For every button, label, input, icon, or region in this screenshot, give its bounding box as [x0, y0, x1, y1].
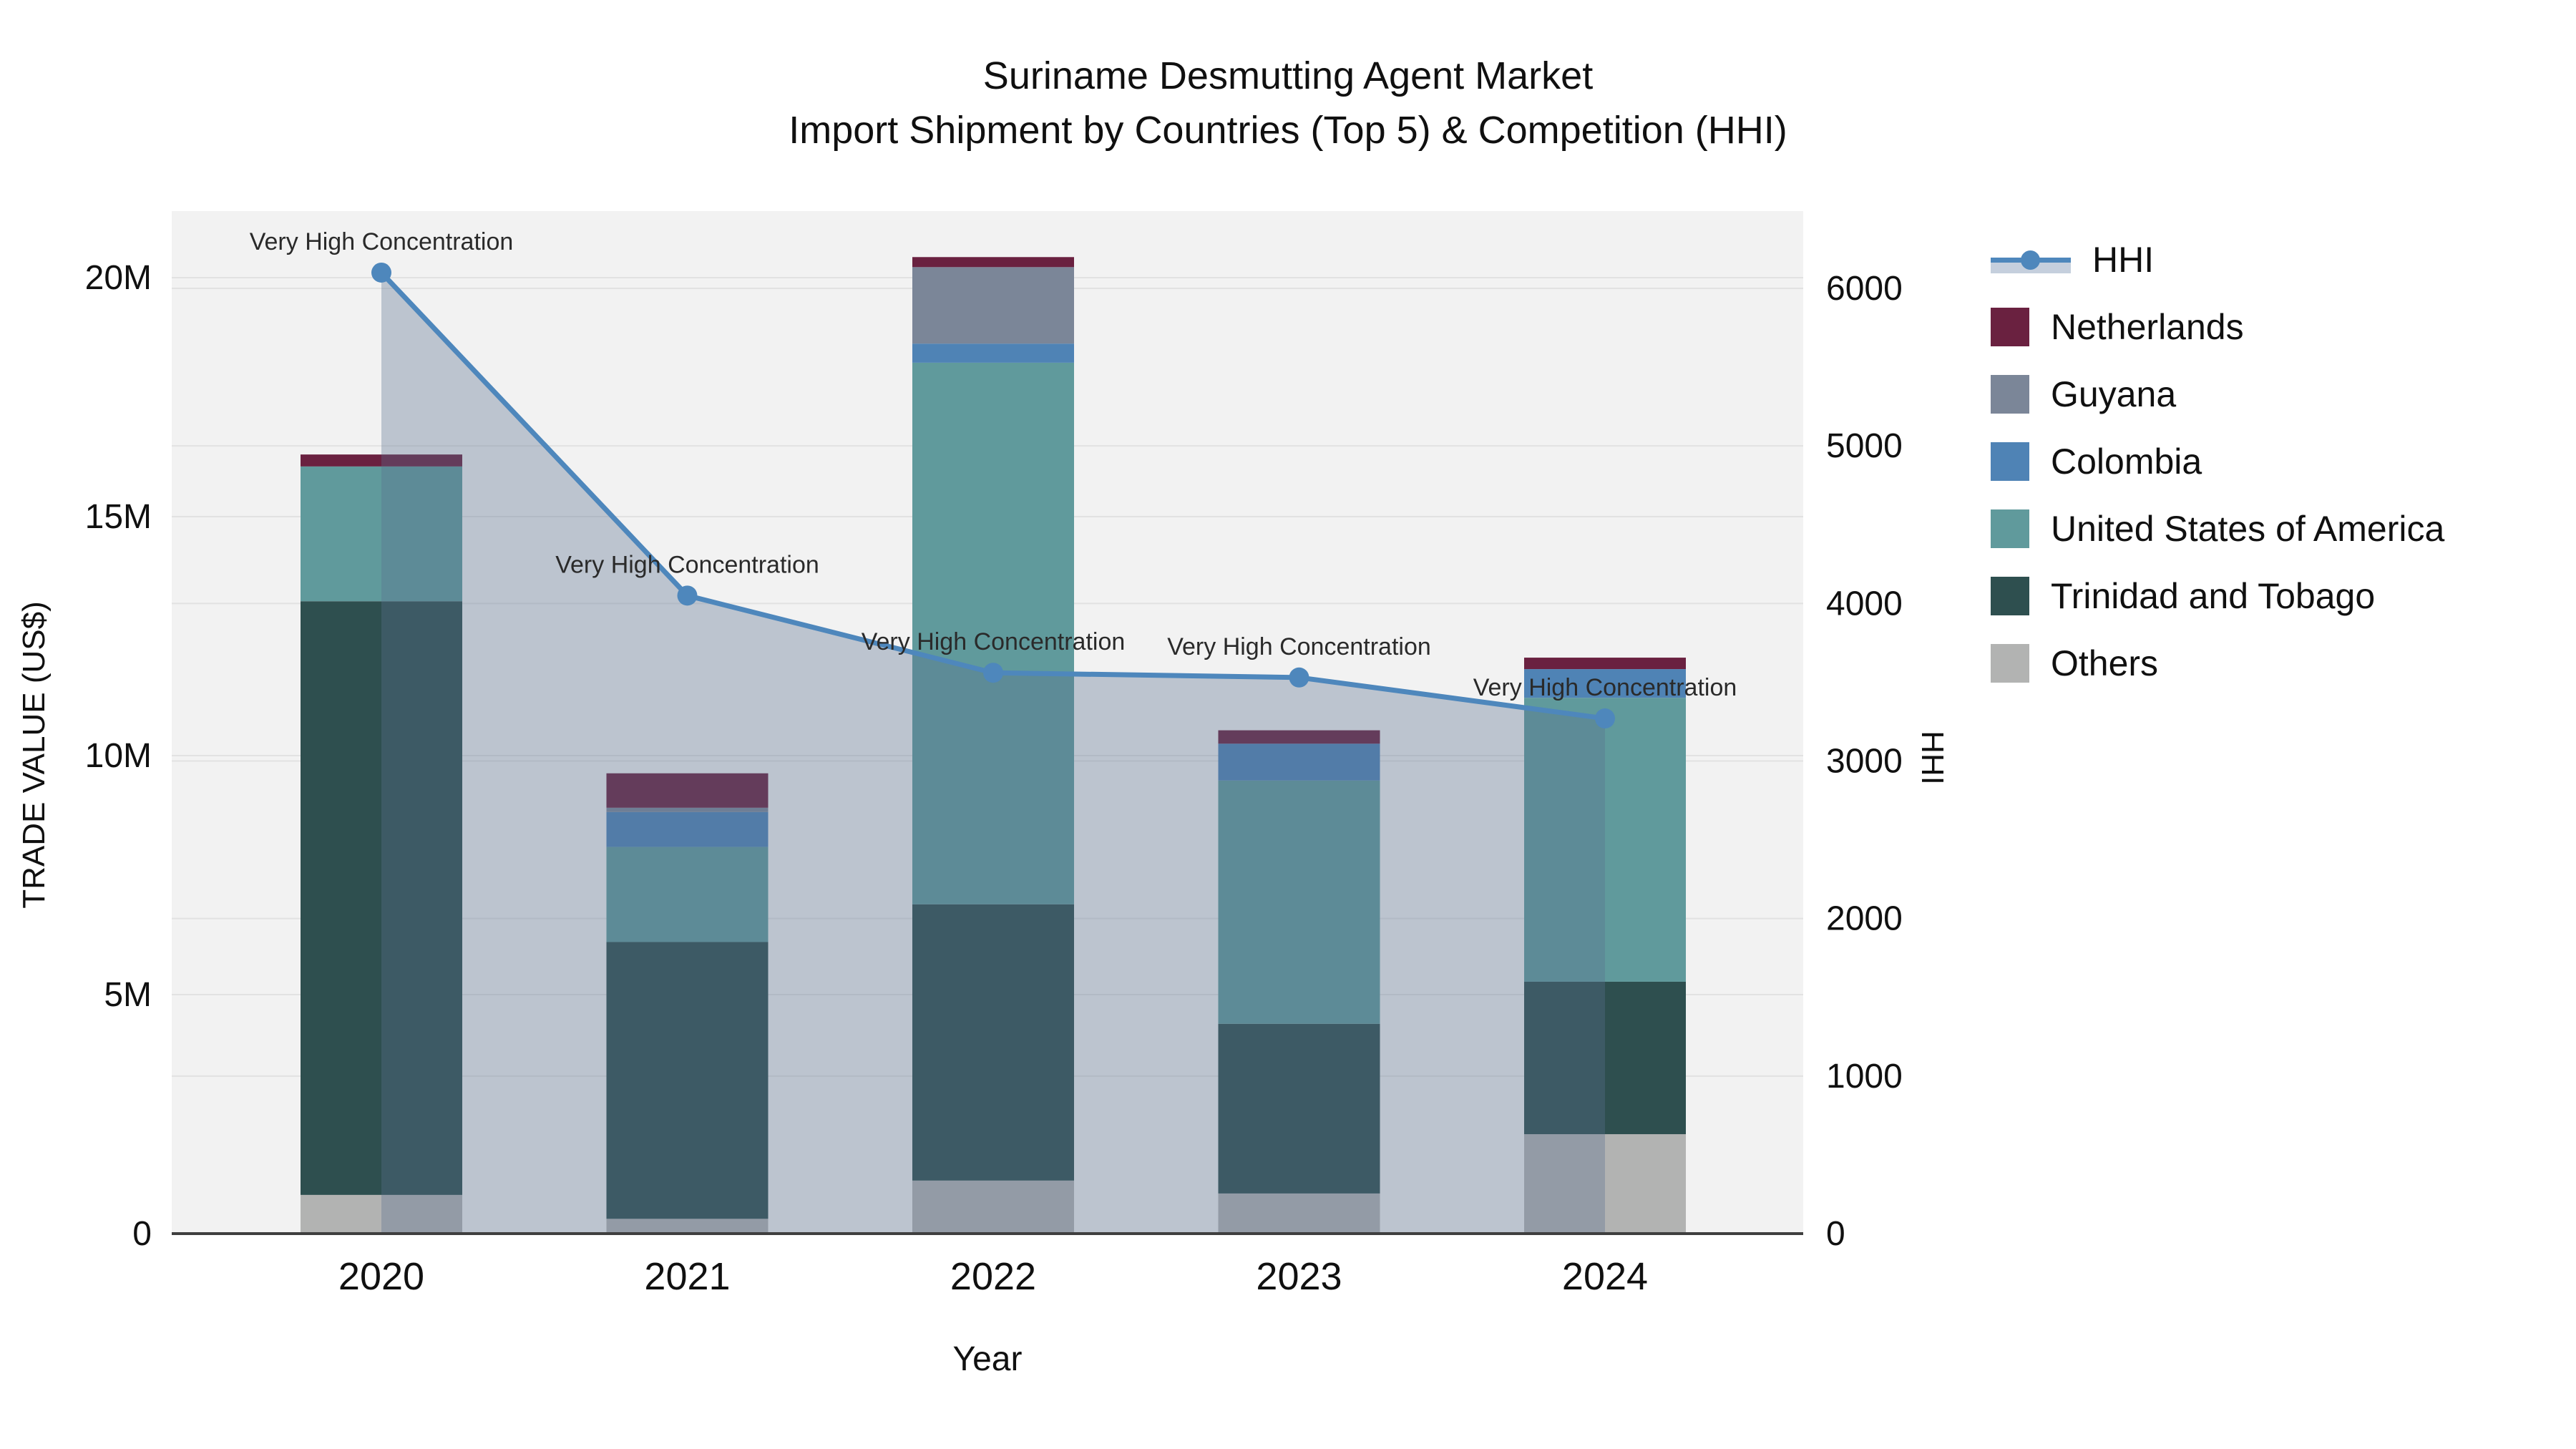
usa-swatch-icon	[1991, 509, 2029, 548]
netherlands-swatch-icon	[1991, 308, 2029, 346]
annotation-2022: Very High Concentration	[862, 628, 1126, 655]
legend-label: Others	[2051, 643, 2159, 683]
legend: HHI Netherlands Guyana Colombia United S…	[1991, 226, 2444, 697]
y-right-tick-0: 0	[1826, 1215, 1845, 1253]
hhi-marker-2024[interactable]	[1595, 708, 1615, 729]
hhi-marker-2020[interactable]	[371, 262, 391, 283]
bar-segment-2022-netherlands[interactable]	[912, 257, 1074, 268]
others-swatch-icon	[1991, 644, 2029, 683]
hhi-line-icon	[1991, 240, 2071, 279]
annotation-2023: Very High Concentration	[1167, 633, 1431, 660]
legend-label: United States of America	[2051, 509, 2445, 549]
annotation-2020: Very High Concentration	[250, 228, 514, 255]
legend-label: Netherlands	[2051, 307, 2244, 347]
legend-label: Guyana	[2051, 374, 2177, 414]
annotation-2021: Very High Concentration	[555, 551, 819, 578]
legend-item-usa[interactable]: United States of America	[1991, 495, 2444, 562]
chart-title-line2: Import Shipment by Countries (Top 5) & C…	[789, 109, 1787, 152]
y-left-tick-20M: 20M	[85, 259, 152, 297]
y-axis-right-title: HHI	[1915, 731, 1950, 785]
y-left-tick-10M: 10M	[85, 737, 152, 775]
legend-item-trinidad-and-tobago[interactable]: Trinidad and Tobago	[1991, 562, 2444, 630]
bar-segment-2022-guyana[interactable]	[912, 267, 1074, 344]
x-tick-2022: 2022	[950, 1255, 1036, 1298]
guyana-swatch-icon	[1991, 375, 2029, 414]
chart-title: Suriname Desmutting Agent Market Import …	[0, 49, 2576, 157]
x-tick-2024: 2024	[1562, 1255, 1648, 1298]
x-tick-2023: 2023	[1256, 1255, 1342, 1298]
legend-label: Trinidad and Tobago	[2051, 576, 2376, 616]
y-right-tick-5000: 5000	[1826, 427, 1903, 465]
legend-item-others[interactable]: Others	[1991, 630, 2444, 697]
colombia-swatch-icon	[1991, 442, 2029, 481]
y-axis-left-title: TRADE VALUE (US$)	[16, 601, 52, 909]
chart-canvas: Very High Concentration Very High Concent…	[85, 211, 1903, 1298]
y-left-tick-5M: 5M	[104, 976, 152, 1014]
x-tick-2021: 2021	[644, 1255, 730, 1298]
legend-item-netherlands[interactable]: Netherlands	[1991, 293, 2444, 361]
chart-figure: Suriname Desmutting Agent Market Import …	[0, 0, 2576, 1449]
chart-title-line1: Suriname Desmutting Agent Market	[982, 54, 1594, 97]
bar-segment-2022-colombia[interactable]	[912, 343, 1074, 363]
legend-label: HHI	[2092, 240, 2155, 280]
x-tick-2020: 2020	[338, 1255, 424, 1298]
y-left-tick-15M: 15M	[85, 498, 152, 536]
y-right-tick-4000: 4000	[1826, 585, 1903, 623]
bar-segment-2024-netherlands[interactable]	[1524, 658, 1686, 670]
y-right-tick-2000: 2000	[1826, 900, 1903, 938]
hhi-marker-2021[interactable]	[677, 585, 698, 606]
legend-item-guyana[interactable]: Guyana	[1991, 361, 2444, 428]
y-right-tick-6000: 6000	[1826, 270, 1903, 308]
legend-label: Colombia	[2051, 441, 2202, 482]
y-left-tick-0: 0	[132, 1215, 152, 1253]
x-axis-title: Year	[952, 1340, 1023, 1378]
legend-item-hhi[interactable]: HHI	[1991, 226, 2444, 293]
hhi-marker-2023[interactable]	[1289, 667, 1309, 688]
y-right-tick-1000: 1000	[1826, 1058, 1903, 1096]
legend-item-colombia[interactable]: Colombia	[1991, 428, 2444, 495]
y-right-tick-3000: 3000	[1826, 743, 1903, 781]
trinidad-and-tobago-swatch-icon	[1991, 577, 2029, 615]
annotation-2024: Very High Concentration	[1473, 674, 1737, 701]
hhi-marker-2022[interactable]	[983, 663, 1003, 683]
